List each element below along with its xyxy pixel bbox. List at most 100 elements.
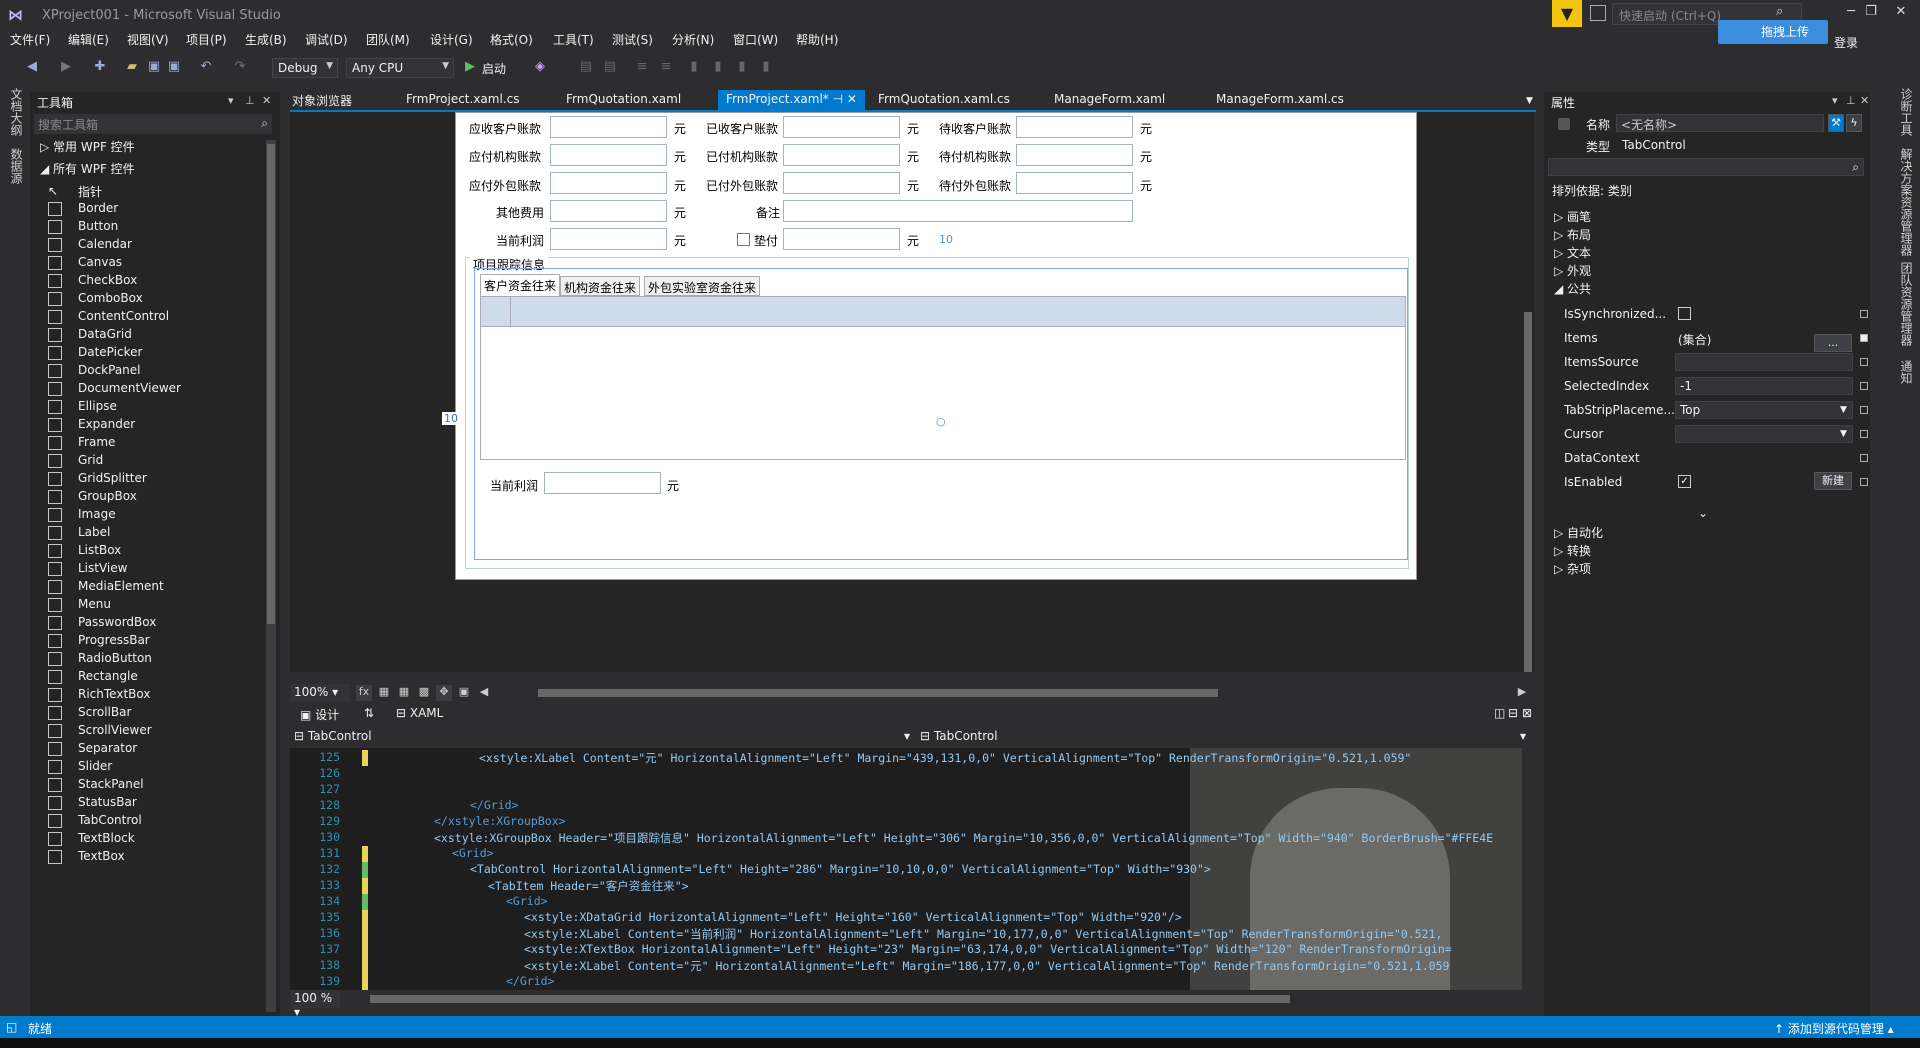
property-checkbox[interactable] [1678,307,1691,320]
toolbox-item[interactable]: TextBlock [48,830,268,848]
tab-object-browser[interactable]: 对象浏览器 [292,90,352,110]
code-vertical-scrollbar[interactable] [1522,748,1534,990]
menu-file[interactable]: 文件(F) [10,31,50,48]
scroll-right-icon[interactable]: ▶ [1514,685,1530,701]
dropdown-arrow-icon[interactable]: ▼ [1840,405,1847,415]
browser-link-icon[interactable]: ◈ [532,59,548,75]
forward-icon[interactable]: ▶ [58,59,74,75]
property-row[interactable]: IsSynchronized... [1544,304,1868,324]
redo-icon[interactable]: ↷ [232,59,248,75]
upload-button[interactable]: 拖拽上传 [1718,20,1828,44]
pending-receive-textbox[interactable] [1016,116,1133,138]
diagnostics-tab[interactable]: 诊断工具 [1898,88,1915,136]
notification-flag-icon[interactable]: ▼ [1552,0,1582,27]
property-marker-icon[interactable] [1860,454,1868,462]
menu-tools[interactable]: 工具(T) [553,31,594,48]
code-line[interactable]: 132 <TabControl HorizontalAlignment="Left… [290,862,1522,878]
paid-agency-textbox[interactable] [783,144,900,166]
toolbox-item[interactable]: Image [48,506,268,524]
current-profit-textbox[interactable] [550,228,667,250]
receivable-textbox[interactable] [550,116,667,138]
expander-icon[interactable]: ▷ [1554,544,1567,558]
toolbox-item[interactable]: GroupBox [48,488,268,506]
name-input[interactable]: <无名称> [1616,114,1824,132]
fit-icon[interactable]: ▣ [456,685,472,701]
start-icon[interactable]: ▶ [462,59,478,75]
bookmark-next-icon[interactable]: ▮ [734,59,750,75]
toolbox-scrollbar[interactable] [266,140,276,1012]
platform-select[interactable]: Any CPU ▼ [346,58,454,78]
code-line[interactable]: 134 <Grid> [290,894,1522,910]
code-line[interactable]: 125 <xstyle:XLabel Content="元" Horizontal… [290,750,1522,766]
scroll-thumb[interactable] [1524,312,1532,672]
element-select-left[interactable]: ⊟ TabControl ▾ [294,729,914,743]
swap-panes-icon[interactable]: ⇅ [364,706,374,720]
property-category[interactable]: ▷ 布局 [1554,226,1591,243]
property-marker-icon[interactable] [1860,406,1868,414]
payable-outsource-textbox[interactable] [550,172,667,194]
horizontal-split-icon[interactable]: ⊟ [1508,706,1518,720]
expander-icon[interactable]: ▷ [1554,228,1567,242]
pending-outsource-textbox[interactable] [1016,172,1133,194]
payable-agency-textbox[interactable] [550,144,667,166]
property-row[interactable]: TabStripPlaceme... Top ▼ [1544,400,1868,420]
pending-agency-textbox[interactable] [1016,144,1133,166]
code-line[interactable]: 126 [290,766,1522,782]
items-collection-button[interactable]: ... [1814,334,1852,352]
toolbox-item[interactable]: ProgressBar [48,632,268,650]
property-value-input[interactable]: -1 [1675,377,1853,395]
property-row[interactable]: Cursor ▼ [1544,424,1868,444]
toolbox-item[interactable]: TextBox [48,848,268,866]
indent-icon[interactable]: ≡ [634,59,650,75]
toolbox-item[interactable]: ComboBox [48,290,268,308]
property-value-input[interactable] [1675,425,1853,443]
code-zoom-select[interactable]: 100 % ▾ [290,990,340,1019]
pin-icon[interactable]: ⊥ [245,94,255,107]
property-marker-icon[interactable] [1860,382,1868,390]
expander-icon[interactable]: ▷ [1554,210,1567,224]
menu-analyze[interactable]: 分析(N) [672,31,714,48]
toolbox-item[interactable]: Border [48,200,268,218]
menu-project[interactable]: 项目(P) [186,31,227,48]
toolbox-item[interactable]: Button [48,218,268,236]
align-right-icon[interactable]: ▤ [602,59,618,75]
team-explorer-tab[interactable]: 团队资源管理器 [1898,262,1915,346]
bookmark-clear-icon[interactable]: ▮ [758,59,774,75]
property-marker-icon[interactable] [1860,310,1868,318]
expander-icon[interactable]: ▷ [1554,526,1567,540]
scroll-left-icon[interactable]: ◀ [476,685,492,701]
toolbox-item[interactable]: ↖ 指针 [48,182,268,200]
toolbox-item[interactable]: ContentControl [48,308,268,326]
code-line[interactable]: 139 </Grid> [290,974,1522,990]
datagrid-select-all[interactable] [481,297,511,327]
toolbox-item[interactable]: MediaElement [48,578,268,596]
datacontext-new-button[interactable]: 新建 [1814,472,1852,490]
toolbox-item[interactable]: Ellipse [48,398,268,416]
collapse-pane-icon[interactable]: ⊠ [1522,706,1532,720]
property-marker-icon[interactable] [1860,358,1868,366]
toolbox-item[interactable]: DocumentViewer [48,380,268,398]
toolbox-item[interactable]: CheckBox [48,272,268,290]
open-file-icon[interactable]: ▰ [124,59,140,75]
property-category[interactable]: ▷ 文本 [1554,244,1591,261]
property-row[interactable]: DataContext [1544,448,1868,468]
menu-build[interactable]: 生成(B) [245,31,287,48]
toolbox-search-input[interactable]: 搜索工具箱 ⌕ [34,114,272,134]
received-textbox[interactable] [783,116,900,138]
save-all-icon[interactable]: ▣ [166,59,182,75]
property-marker-icon[interactable] [1860,430,1868,438]
tab-frmquotation-cs[interactable]: FrmQuotation.xaml.cs [878,90,1010,110]
pin-icon[interactable]: ⊥ [1846,94,1856,107]
toolbox-item[interactable]: Menu [48,596,268,614]
designer-horizontal-scroll-thumb[interactable] [538,689,1218,697]
paid-outsource-textbox[interactable] [783,172,900,194]
menu-design[interactable]: 设计(G) [430,31,473,48]
toolbox-item[interactable]: StatusBar [48,794,268,812]
property-search-input[interactable]: ⌕ [1548,158,1864,176]
expander-icon[interactable]: ▷ [1554,562,1567,576]
solution-explorer-tab[interactable]: 解决方案资源管理器 [1898,148,1915,256]
quick-launch-search-icon[interactable]: ⌕ [1776,4,1783,19]
code-line[interactable]: 136 <xstyle:XLabel Content="当前利润" Horizon… [290,926,1522,942]
toolbox-item[interactable]: DockPanel [48,362,268,380]
new-project-icon[interactable]: ✚ [92,59,108,75]
